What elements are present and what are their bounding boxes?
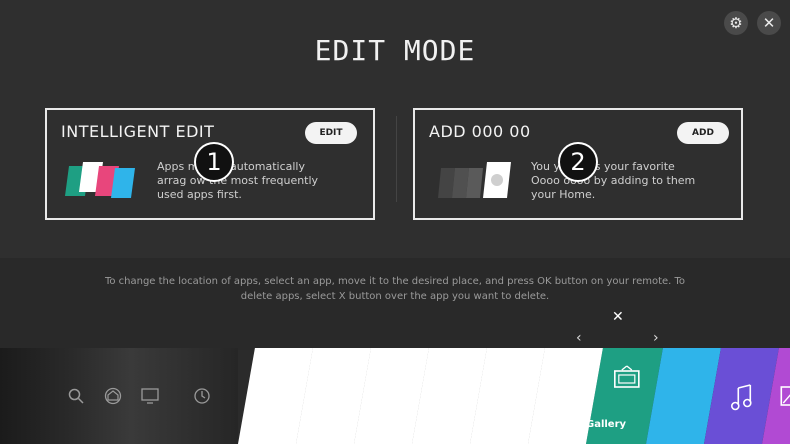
close-icon: ✕ bbox=[762, 13, 776, 32]
settings-button[interactable]: ⚙ bbox=[724, 11, 748, 35]
move-right-arrow[interactable]: › bbox=[653, 330, 659, 346]
tv-icon[interactable] bbox=[140, 386, 160, 406]
photo-icon bbox=[780, 386, 790, 406]
search-icon[interactable] bbox=[66, 386, 86, 406]
music-icon bbox=[730, 384, 752, 411]
card-divider bbox=[396, 116, 397, 202]
card-description-line: arrag ow the most frequently bbox=[157, 174, 319, 187]
intelligent-edit-illustration bbox=[65, 162, 135, 198]
callout-badge-1: 1 bbox=[194, 142, 234, 182]
add-illustration bbox=[438, 162, 511, 198]
card-description-line: your Home. bbox=[531, 188, 596, 201]
page-title: EDIT MODE bbox=[314, 34, 476, 67]
add-button[interactable]: ADD bbox=[677, 122, 729, 144]
card-title: ADD 000 00 bbox=[429, 122, 531, 141]
delete-app-button[interactable]: ✕ bbox=[612, 309, 624, 325]
move-left-arrow[interactable]: ‹ bbox=[576, 330, 582, 346]
home-icon[interactable] bbox=[103, 386, 123, 406]
instructions-area bbox=[0, 258, 790, 350]
card-description-line: You y access your favorite bbox=[531, 160, 675, 173]
history-icon[interactable] bbox=[192, 386, 212, 406]
gallery-icon bbox=[614, 365, 640, 388]
instructions-text: To change the location of apps, select a… bbox=[104, 276, 686, 302]
gallery-app-label: Gallery bbox=[586, 419, 627, 430]
launcher-bar bbox=[0, 348, 790, 444]
card-title: INTELLIGENT EDIT bbox=[61, 122, 215, 141]
gear-icon: ⚙ bbox=[729, 13, 743, 32]
card-description-line: Oooo oooo by adding to them bbox=[531, 174, 696, 187]
edit-button[interactable]: EDIT bbox=[305, 122, 357, 144]
close-button[interactable]: ✕ bbox=[757, 11, 781, 35]
card-description-line: used apps first. bbox=[157, 188, 242, 201]
callout-badge-2: 2 bbox=[558, 142, 598, 182]
